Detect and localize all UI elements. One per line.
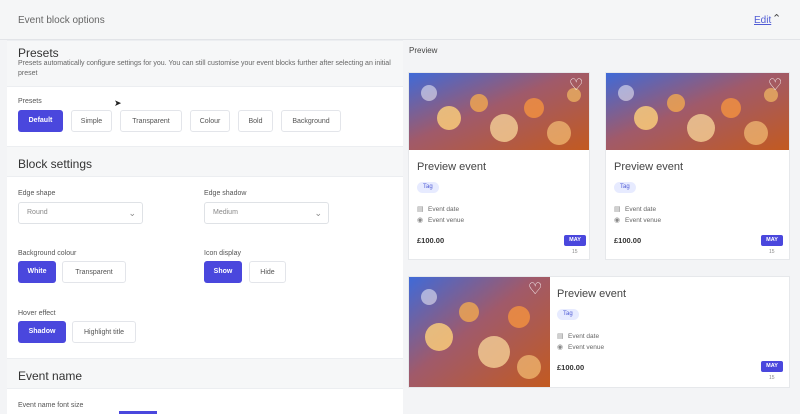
edge-shadow-label: Edge shadow bbox=[204, 190, 247, 197]
preview-card[interactable]: ♡ Preview event Tag ▤ Event date ◉ Event… bbox=[605, 72, 790, 260]
heart-icon[interactable]: ♡ bbox=[528, 279, 542, 299]
event-image bbox=[606, 73, 789, 150]
options-header-title: Event block options bbox=[18, 15, 105, 26]
hover-shadow-button[interactable]: Shadow bbox=[18, 321, 66, 343]
card-event-date: Event date bbox=[428, 206, 460, 213]
bokeh-image bbox=[409, 73, 589, 150]
edge-shape-value: Round bbox=[27, 209, 48, 216]
preview-label: Preview bbox=[409, 46, 438, 55]
card-day: 15 bbox=[769, 249, 775, 255]
card-price: £100.00 bbox=[614, 236, 642, 245]
edge-shape-select[interactable]: Round ⌄ bbox=[18, 202, 143, 224]
calendar-icon: ▤ bbox=[614, 206, 621, 213]
preset-colour-button[interactable]: Colour bbox=[190, 110, 230, 132]
icon-hide-button[interactable]: Hide bbox=[249, 261, 286, 283]
card-event-date: Event date bbox=[625, 206, 657, 213]
card-event-venue: Event venue bbox=[625, 217, 662, 224]
card-event-date: Event date bbox=[568, 333, 600, 340]
card-price: £100.00 bbox=[557, 363, 585, 372]
presets-label: Presets bbox=[18, 98, 42, 105]
card-month-badge: MAY bbox=[761, 361, 783, 372]
card-tag: Tag bbox=[614, 182, 636, 193]
event-name-font-size-label: Event name font size bbox=[18, 402, 84, 409]
hover-highlight-title-button[interactable]: Highlight title bbox=[72, 321, 136, 343]
event-image bbox=[409, 73, 589, 150]
heart-icon[interactable]: ♡ bbox=[768, 75, 782, 95]
edit-link[interactable]: Edit bbox=[754, 15, 771, 26]
chevron-down-icon: ⌄ bbox=[128, 208, 136, 218]
preview-card-horizontal[interactable]: ♡ Preview event Tag ▤ Event date ◉ Event… bbox=[408, 276, 790, 388]
block-settings-title: Block settings bbox=[18, 157, 93, 171]
presets-section-title: Presets bbox=[18, 46, 59, 60]
preset-transparent-button[interactable]: Transparent bbox=[120, 110, 182, 132]
presets-description: Presets automatically configure settings… bbox=[18, 60, 391, 77]
hover-effect-label: Hover effect bbox=[18, 310, 56, 317]
card-event-venue: Event venue bbox=[428, 217, 465, 224]
chevron-up-icon[interactable]: ⌃ bbox=[772, 12, 781, 25]
edge-shadow-value: Medium bbox=[213, 209, 238, 216]
card-title: Preview event bbox=[417, 161, 487, 173]
background-transparent-button[interactable]: Transparent bbox=[62, 261, 126, 283]
event-name-title: Event name bbox=[18, 369, 83, 383]
edge-shadow-select[interactable]: Medium ⌄ bbox=[204, 202, 329, 224]
preset-bold-button[interactable]: Bold bbox=[238, 110, 273, 132]
card-month-badge: MAY bbox=[564, 235, 586, 246]
preset-background-button[interactable]: Background bbox=[281, 110, 341, 132]
card-month-badge: MAY bbox=[761, 235, 783, 246]
background-white-button[interactable]: White bbox=[18, 261, 56, 283]
icon-show-button[interactable]: Show bbox=[204, 261, 242, 283]
block-settings-section-header: Block settings bbox=[7, 146, 403, 177]
mouse-cursor-icon: ➤ bbox=[114, 98, 122, 108]
card-tag: Tag bbox=[417, 182, 439, 193]
preview-card[interactable]: ♡ Preview event Tag ▤ Event date ◉ Event… bbox=[408, 72, 590, 260]
preset-default-button[interactable]: Default bbox=[18, 110, 63, 132]
preset-simple-button[interactable]: Simple bbox=[71, 110, 112, 132]
event-name-section-header: Event name bbox=[7, 358, 403, 389]
heart-icon[interactable]: ♡ bbox=[569, 75, 583, 95]
chevron-down-icon: ⌄ bbox=[314, 208, 322, 218]
background-colour-label: Background colour bbox=[18, 250, 77, 257]
options-header-bar: Event block options Edit ⌃ bbox=[0, 0, 800, 40]
card-event-venue: Event venue bbox=[568, 344, 605, 351]
bokeh-image bbox=[606, 73, 789, 150]
calendar-icon: ▤ bbox=[557, 333, 564, 340]
icon-display-label: Icon display bbox=[204, 250, 241, 257]
edge-shape-label: Edge shape bbox=[18, 190, 56, 197]
calendar-icon: ▤ bbox=[417, 206, 424, 213]
card-title: Preview event bbox=[557, 288, 627, 300]
settings-panel: Presets Presets automatically configure … bbox=[7, 40, 403, 414]
card-day: 15 bbox=[769, 375, 775, 381]
presets-section-header: Presets Presets automatically configure … bbox=[7, 40, 403, 87]
card-price: £100.00 bbox=[417, 236, 445, 245]
card-title: Preview event bbox=[614, 161, 684, 173]
card-tag: Tag bbox=[557, 309, 579, 320]
location-pin-icon: ◉ bbox=[614, 217, 621, 224]
location-pin-icon: ◉ bbox=[557, 344, 564, 351]
card-day: 15 bbox=[572, 249, 578, 255]
location-pin-icon: ◉ bbox=[417, 217, 424, 224]
